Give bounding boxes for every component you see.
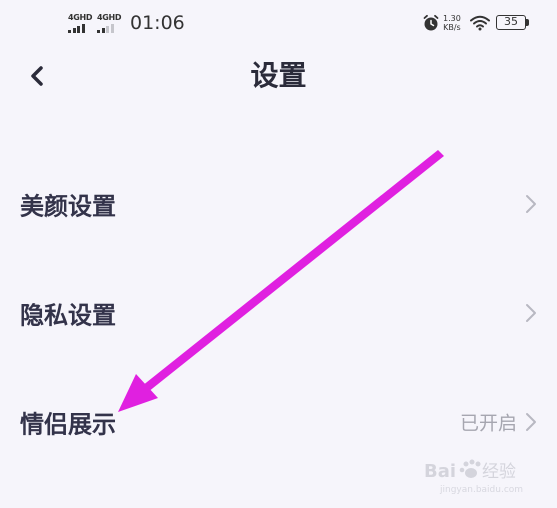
network-type-label: 4GHD [97, 13, 122, 22]
status-time: 01:06 [130, 12, 185, 34]
chevron-right-icon [526, 304, 536, 322]
alarm-icon [423, 14, 439, 31]
signal-indicator-sim1: 4GHD [68, 13, 93, 33]
settings-item-label: 美颜设置 [20, 192, 116, 221]
chevron-right-icon [526, 195, 536, 213]
network-speed-unit: KB/s [443, 23, 461, 32]
network-speed-value: 1.30 [443, 14, 461, 23]
network-speed: 1.30 KB/s [443, 14, 461, 32]
status-bar: 4GHD 4GHD 01:06 1.30 KB/s 35 [0, 0, 557, 46]
settings-item-label: 隐私设置 [20, 301, 116, 330]
signal-bars-icon [68, 24, 85, 33]
battery-level: 35 [504, 15, 518, 28]
page-title: 设置 [250, 59, 307, 92]
back-button[interactable] [20, 58, 56, 94]
chevron-left-icon [31, 66, 43, 86]
settings-item-couple-display[interactable]: 情侣展示 已开启 [0, 382, 557, 462]
baidu-watermark-logo: Bai 经验 jingyan.baidu.com [424, 459, 523, 495]
battery-tip [526, 19, 529, 26]
signal-bars-icon [97, 24, 114, 33]
svg-text:Bai: Bai [424, 461, 456, 482]
battery-icon: 35 [496, 15, 526, 30]
settings-item-label: 情侣展示 [20, 410, 116, 439]
network-type-label: 4GHD [68, 13, 93, 22]
settings-item-status: 已开启 [459, 412, 517, 435]
svg-text:经验: 经验 [482, 462, 516, 482]
settings-item-privacy[interactable]: 隐私设置 [0, 273, 557, 353]
settings-item-beauty[interactable]: 美颜设置 [0, 164, 557, 244]
chevron-right-icon [526, 413, 536, 431]
wifi-icon [470, 15, 490, 31]
signal-indicator-sim2: 4GHD [97, 13, 122, 33]
svg-text:jingyan.baidu.com: jingyan.baidu.com [439, 485, 523, 495]
